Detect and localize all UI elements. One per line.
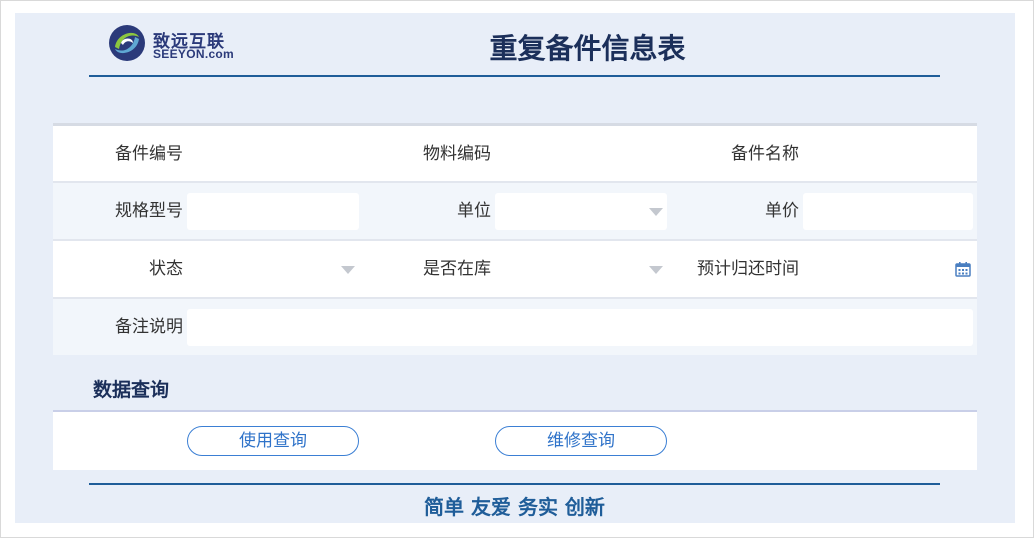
form-canvas: 致远互联 SEEYON.com 重复备件信息表 备件编号 物料编码 备件名称 规… xyxy=(15,13,1015,523)
spare-no-label: 备件编号 xyxy=(115,144,183,164)
page-frame: 致远互联 SEEYON.com 重复备件信息表 备件编号 物料编码 备件名称 规… xyxy=(0,0,1034,538)
spec-input[interactable] xyxy=(187,193,359,230)
form-row-remark: 备注说明 xyxy=(53,297,977,355)
unit-label: 单位 xyxy=(457,201,491,221)
chevron-down-icon xyxy=(649,208,663,216)
footer-slogan: 简单 友爱 务实 创新 xyxy=(424,495,605,519)
remark-input[interactable] xyxy=(187,309,973,346)
form-header: 致远互联 SEEYON.com 重复备件信息表 xyxy=(89,13,940,77)
return-time-field[interactable] xyxy=(803,251,973,288)
spare-name-field[interactable] xyxy=(803,136,973,173)
status-select[interactable] xyxy=(187,251,359,288)
repair-query-button[interactable]: 维修查询 xyxy=(495,426,667,456)
query-button-row: 使用查询 维修查询 xyxy=(53,410,977,470)
return-time-label: 预计归还时间 xyxy=(697,259,799,279)
footer: 简单 友爱 务实 创新 xyxy=(89,483,940,523)
remark-label: 备注说明 xyxy=(115,317,183,337)
chevron-down-icon xyxy=(649,266,663,274)
calendar-icon[interactable] xyxy=(955,261,971,277)
spare-name-label: 备件名称 xyxy=(731,144,799,164)
form-row-status: 状态 是否在库 预计归还时间 xyxy=(53,239,977,297)
material-code-field[interactable] xyxy=(495,136,667,173)
page-title: 重复备件信息表 xyxy=(489,32,686,65)
use-query-button[interactable]: 使用查询 xyxy=(187,426,359,456)
unit-price-label: 单价 xyxy=(765,201,799,221)
spec-label: 规格型号 xyxy=(115,201,183,221)
spare-no-field[interactable] xyxy=(187,136,359,173)
form-row-basic: 备件编号 物料编码 备件名称 xyxy=(53,123,977,181)
in-stock-select[interactable] xyxy=(495,251,667,288)
form-row-spec: 规格型号 单位 单价 xyxy=(53,181,977,239)
spare-part-form: 备件编号 物料编码 备件名称 规格型号 单位 单价 状态 是否在库 预计归还时间… xyxy=(53,123,977,355)
data-query-title: 数据查询 xyxy=(93,379,170,401)
unit-price-input[interactable] xyxy=(803,193,973,230)
unit-select[interactable] xyxy=(495,193,667,230)
in-stock-label: 是否在库 xyxy=(423,259,491,279)
chevron-down-icon xyxy=(341,266,355,274)
material-code-label: 物料编码 xyxy=(423,144,491,164)
status-label: 状态 xyxy=(149,259,183,279)
